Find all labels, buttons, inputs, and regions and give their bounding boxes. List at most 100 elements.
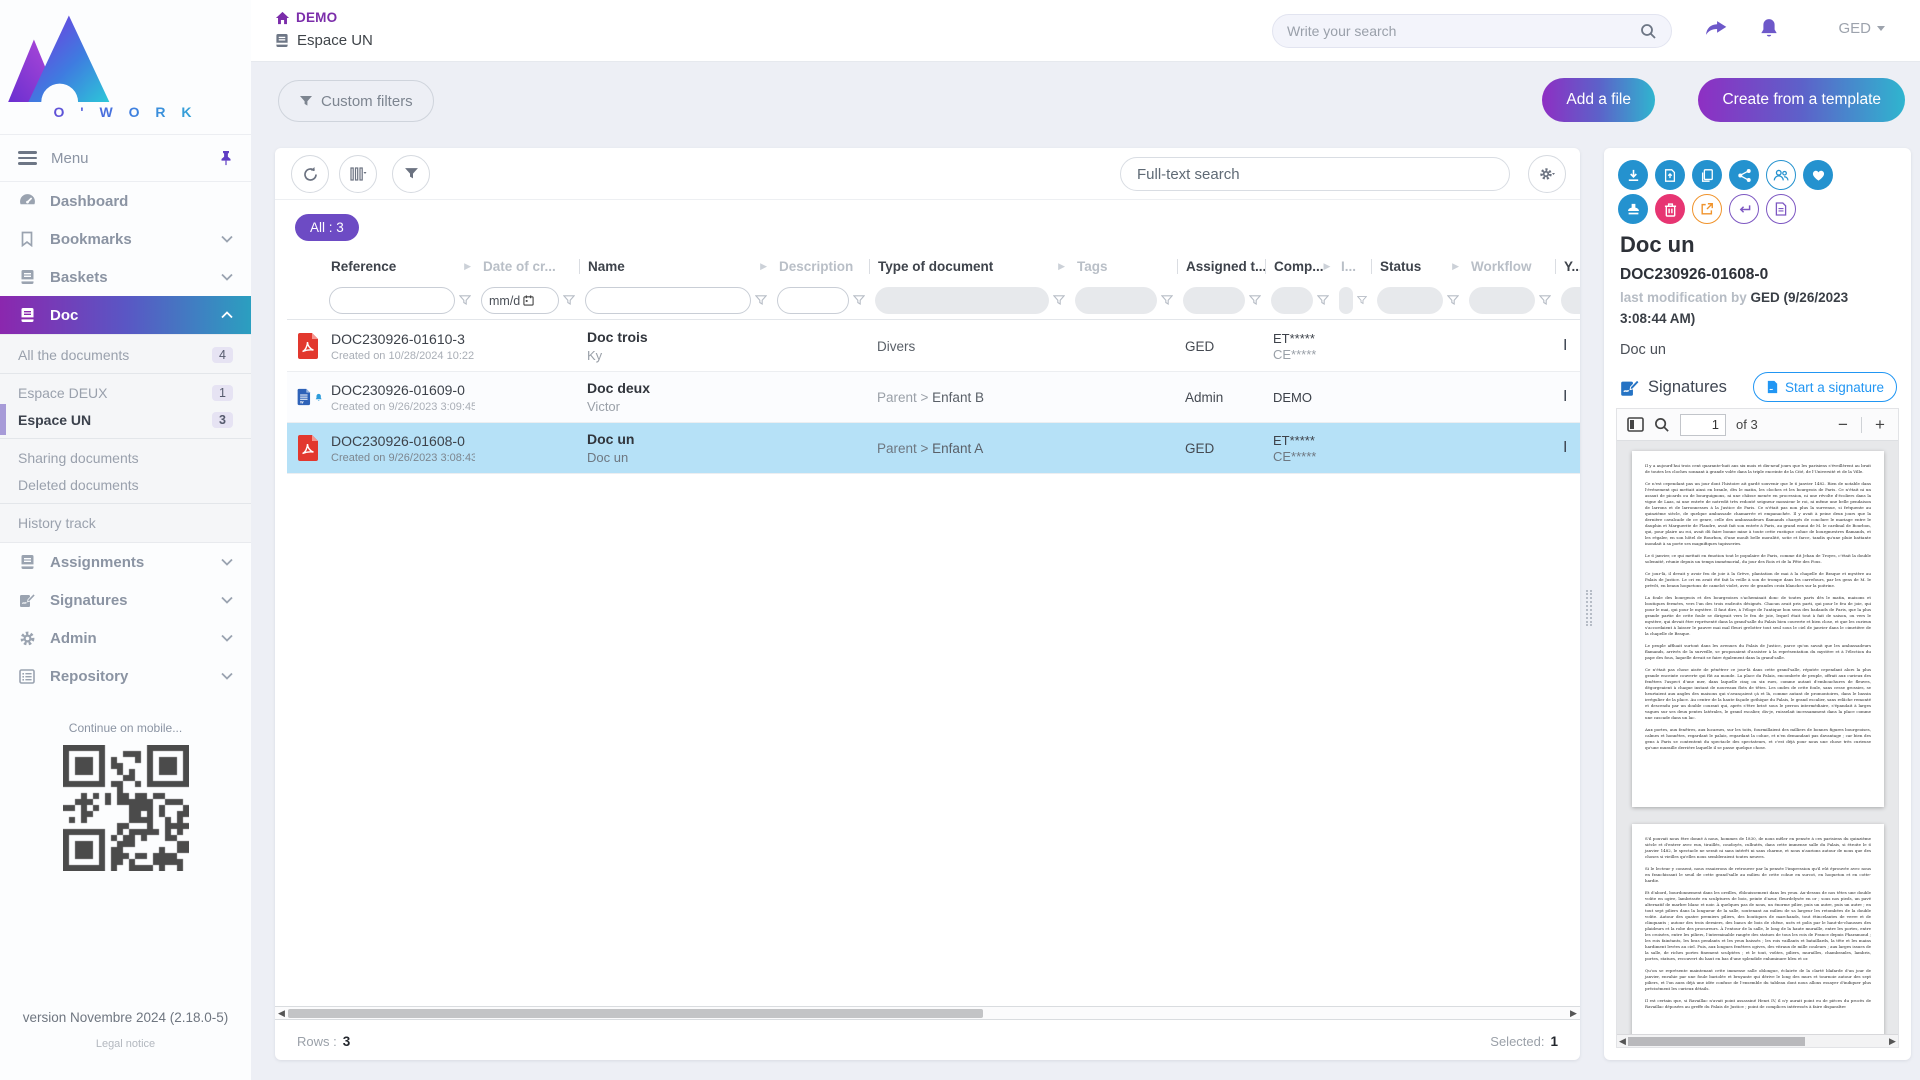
assign-users-button[interactable] [1766, 160, 1796, 190]
fulltext-search-input[interactable] [1137, 166, 1493, 183]
zoom-in-button[interactable]: + [1872, 415, 1888, 435]
sort-arrow-icon[interactable]: ▶ [1324, 261, 1334, 272]
breadcrumb-root[interactable]: DEMO [275, 10, 373, 25]
table-settings-button[interactable] [1528, 155, 1566, 193]
filter-icon[interactable] [1539, 295, 1551, 306]
return-button[interactable] [1729, 194, 1759, 224]
col-header-reference[interactable]: Reference▶ [323, 259, 475, 274]
share-forward-icon[interactable] [1703, 16, 1729, 40]
col-header-tags[interactable]: Tags [1069, 259, 1177, 274]
sidebar-item-doc[interactable]: Doc [0, 296, 251, 334]
download-button[interactable] [1618, 160, 1648, 190]
sort-arrow-icon[interactable]: ▶ [760, 261, 771, 272]
sidebar-item-espace-un[interactable]: Espace UN 3 [0, 406, 251, 433]
sidebar-toggle-icon[interactable] [1627, 417, 1644, 432]
create-from-template-button[interactable]: Create from a template [1698, 78, 1905, 122]
count-badge: 3 [212, 412, 233, 428]
sidebar-item-history-track[interactable]: History track [0, 509, 251, 536]
col-header-type[interactable]: Type of document▶ [869, 259, 1069, 274]
sidebar-item-signatures[interactable]: Signatures [0, 581, 251, 619]
scrollbar-thumb[interactable] [288, 1009, 983, 1018]
filter-icon[interactable] [1317, 295, 1329, 306]
open-external-button[interactable] [1692, 194, 1722, 224]
sidebar-item-baskets[interactable]: Baskets [0, 258, 251, 296]
sidebar-item-deleted-documents[interactable]: Deleted documents [0, 471, 251, 498]
filter-icon[interactable] [459, 295, 471, 306]
document-properties-button[interactable] [1766, 194, 1796, 224]
horizontal-scrollbar[interactable]: ◀ ▶ [275, 1006, 1580, 1020]
filter-button[interactable] [392, 155, 430, 193]
col-header-status[interactable]: Status▶ [1371, 259, 1463, 274]
search-icon[interactable] [1640, 23, 1657, 40]
user-menu[interactable]: GED [1838, 20, 1885, 37]
breadcrumb-page[interactable]: Espace UN [275, 32, 373, 49]
sidebar-item-repository[interactable]: Repository [0, 657, 251, 695]
col-header-company[interactable]: Comp...▶ [1265, 259, 1333, 274]
columns-button[interactable] [339, 155, 377, 193]
sidebar-item-admin[interactable]: Admin [0, 619, 251, 657]
col-header-assigned[interactable]: Assigned t... [1177, 259, 1265, 274]
notifications-bell-icon[interactable] [1757, 16, 1781, 41]
hamburger-icon [18, 148, 37, 168]
sidebar-item-dashboard[interactable]: Dashboard [0, 182, 251, 220]
filter-icon[interactable] [1053, 295, 1065, 306]
filter-icon[interactable] [1161, 295, 1173, 306]
table-row-selected[interactable]: DOC230926-01608-0Created on 9/26/2023 3:… [287, 423, 1580, 474]
tab-all-documents[interactable]: All : 3 [295, 214, 359, 241]
favorite-heart-button[interactable] [1803, 160, 1833, 190]
scroll-right-arrow[interactable]: ▶ [1888, 1037, 1897, 1046]
sort-arrow-icon[interactable]: ▶ [1452, 261, 1463, 272]
col-header-name[interactable]: Name▶ [579, 259, 771, 274]
table-row[interactable]: DOC230926-01610-3Created on 10/28/2024 1… [287, 321, 1580, 372]
scroll-left-arrow[interactable]: ◀ [277, 1009, 286, 1018]
sidebar-item-espace-deux[interactable]: Espace DEUX 1 [0, 379, 251, 406]
add-file-button[interactable]: Add a file [1542, 78, 1655, 122]
filter-reference-input[interactable] [329, 287, 455, 314]
share-button[interactable] [1729, 160, 1759, 190]
delete-trash-button[interactable] [1655, 194, 1685, 224]
pin-icon[interactable] [219, 150, 233, 166]
col-header-y[interactable]: Y... [1555, 259, 1580, 274]
col-header-description[interactable]: Description [771, 259, 869, 274]
scroll-right-arrow[interactable]: ▶ [1569, 1009, 1578, 1018]
viewer-search-icon[interactable] [1654, 417, 1670, 433]
filter-icon[interactable] [1357, 295, 1367, 306]
start-signature-button[interactable]: Start a signature [1753, 372, 1897, 402]
legal-notice-link[interactable]: Legal notice [0, 1038, 251, 1050]
filter-name-input[interactable] [585, 287, 751, 314]
sort-arrow-icon[interactable]: ▶ [1058, 261, 1069, 272]
col-header-workflow[interactable]: Workflow [1463, 259, 1555, 274]
filter-date-input[interactable]: mm/d [481, 287, 559, 314]
filter-description-input[interactable] [777, 287, 849, 314]
fulltext-search[interactable] [1120, 157, 1510, 191]
col-header-i[interactable]: I... [1333, 259, 1371, 274]
global-search[interactable] [1272, 14, 1672, 48]
panel-resize-handle[interactable] [1586, 590, 1592, 626]
filter-icon[interactable] [1447, 295, 1459, 306]
sort-arrow-icon[interactable]: ▶ [464, 261, 475, 272]
pdf-pages[interactable]: Il y a aujourd'hui trois cent quarante-h… [1617, 441, 1898, 1034]
sidebar-item-sharing-documents[interactable]: Sharing documents [0, 444, 251, 471]
dashboard-icon [18, 193, 36, 210]
filter-icon[interactable] [1249, 295, 1261, 306]
upload-version-button[interactable] [1655, 160, 1685, 190]
filter-icon[interactable] [755, 295, 767, 306]
col-header-date[interactable]: Date of cr... [475, 259, 579, 274]
page-number-input[interactable] [1680, 414, 1726, 436]
scrollbar-thumb[interactable] [1628, 1037, 1805, 1046]
sidebar-item-all-documents[interactable]: All the documents 4 [0, 341, 251, 368]
scroll-left-arrow[interactable]: ◀ [1618, 1037, 1627, 1046]
filter-icon[interactable] [853, 295, 865, 306]
zoom-out-button[interactable]: − [1835, 415, 1851, 435]
stamp-button[interactable] [1618, 194, 1648, 224]
table-row[interactable]: w DOC230926-01609-0Created on 9/26/2023 … [287, 372, 1580, 423]
sidebar-item-bookmarks[interactable]: Bookmarks [0, 220, 251, 258]
copy-button[interactable] [1692, 160, 1722, 190]
pdf-horizontal-scrollbar[interactable]: ◀ ▶ [1617, 1034, 1898, 1047]
filter-icon[interactable] [563, 295, 575, 306]
custom-filters-button[interactable]: Custom filters [278, 80, 434, 122]
sidebar-item-assignments[interactable]: Assignments [0, 543, 251, 581]
menu-toggle[interactable]: Menu [0, 134, 251, 182]
global-search-input[interactable] [1287, 23, 1640, 39]
refresh-button[interactable] [291, 155, 329, 193]
